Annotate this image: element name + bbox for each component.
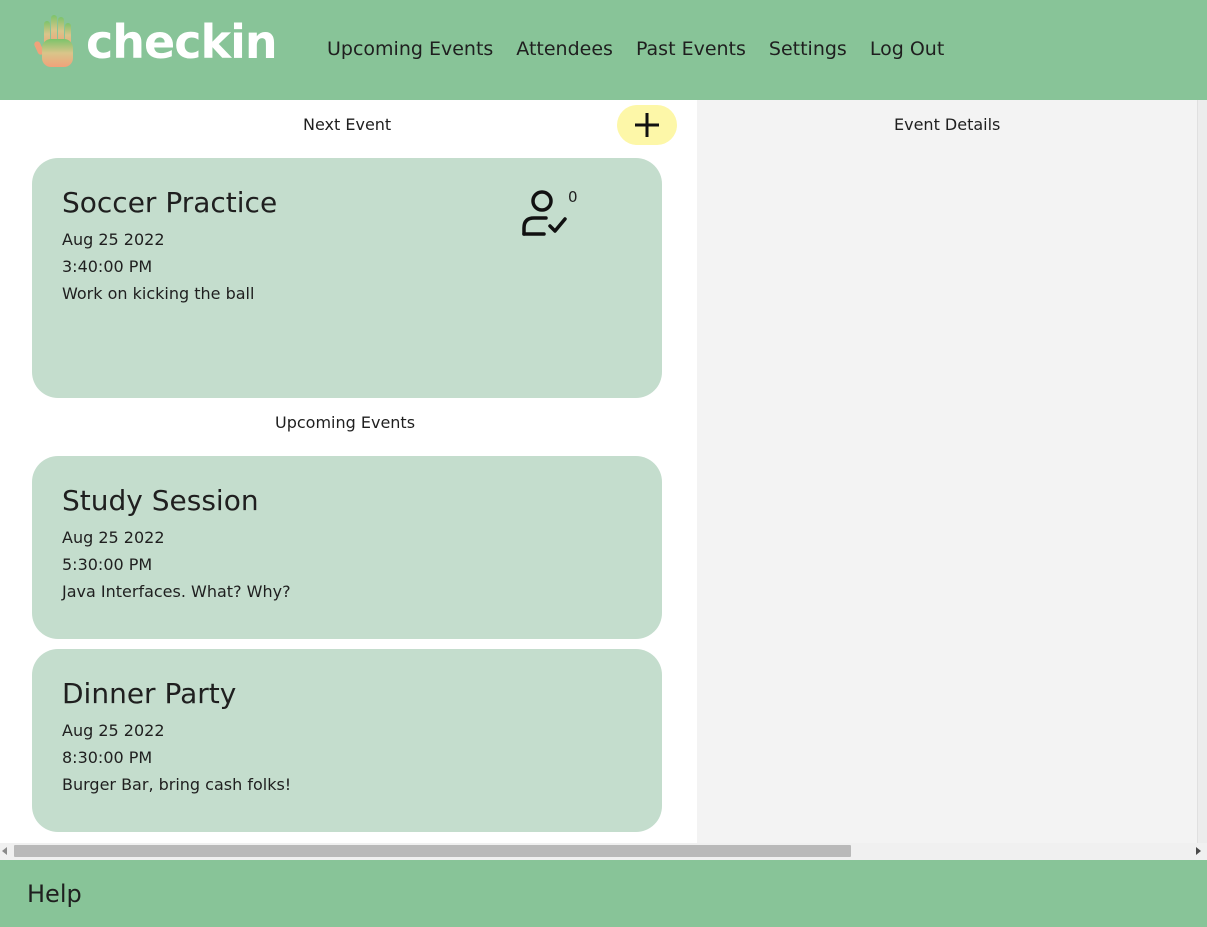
nav-upcoming-events[interactable]: Upcoming Events [327,38,493,60]
next-event-heading: Next Event [303,115,392,134]
upcoming-event-card[interactable]: Dinner Party Aug 25 2022 8:30:00 PM Burg… [32,649,662,832]
event-description: Burger Bar, bring cash folks! [62,775,292,794]
event-title: Study Session [62,484,259,517]
plus-icon [635,113,659,137]
scroll-right-arrow-icon[interactable] [1196,847,1201,855]
scrollbar-thumb[interactable] [14,845,851,857]
nav-attendees[interactable]: Attendees [516,38,613,60]
event-time: 8:30:00 PM [62,748,153,767]
event-date: Aug 25 2022 [62,721,165,740]
nav-settings[interactable]: Settings [769,38,847,60]
add-event-button[interactable] [617,105,677,145]
top-header: checkin Upcoming Events Attendees Past E… [0,0,1207,100]
vertical-scrollbar[interactable] [1197,100,1207,843]
brand-name: checkin [86,15,278,69]
upcoming-events-heading: Upcoming Events [275,413,416,432]
event-details-panel: Event Details [697,100,1197,843]
scroll-left-arrow-icon[interactable] [2,847,7,855]
event-description: Java Interfaces. What? Why? [62,582,291,601]
attendee-count: 0 [568,188,578,206]
next-event-card[interactable]: Soccer Practice Aug 25 2022 3:40:00 PM W… [32,158,662,398]
main-nav: Upcoming Events Attendees Past Events Se… [327,38,967,60]
upcoming-event-card[interactable]: Study Session Aug 25 2022 5:30:00 PM Jav… [32,456,662,639]
hand-icon [34,15,73,67]
events-panel: Next Event Soccer Practice Aug 25 2022 3… [0,100,697,843]
event-time: 5:30:00 PM [62,555,153,574]
nav-past-events[interactable]: Past Events [636,38,746,60]
nav-log-out[interactable]: Log Out [870,38,944,60]
user-check-icon[interactable] [520,188,568,238]
event-description: Work on kicking the ball [62,284,255,303]
event-title: Soccer Practice [62,186,278,219]
brand-logo[interactable]: checkin [34,12,278,72]
help-link[interactable]: Help [27,880,82,908]
event-title: Dinner Party [62,677,237,710]
event-date: Aug 25 2022 [62,230,165,249]
event-time: 3:40:00 PM [62,257,153,276]
horizontal-scrollbar[interactable] [0,843,1207,860]
footer: Help [0,860,1207,927]
event-date: Aug 25 2022 [62,528,165,547]
event-details-heading: Event Details [894,115,1001,134]
